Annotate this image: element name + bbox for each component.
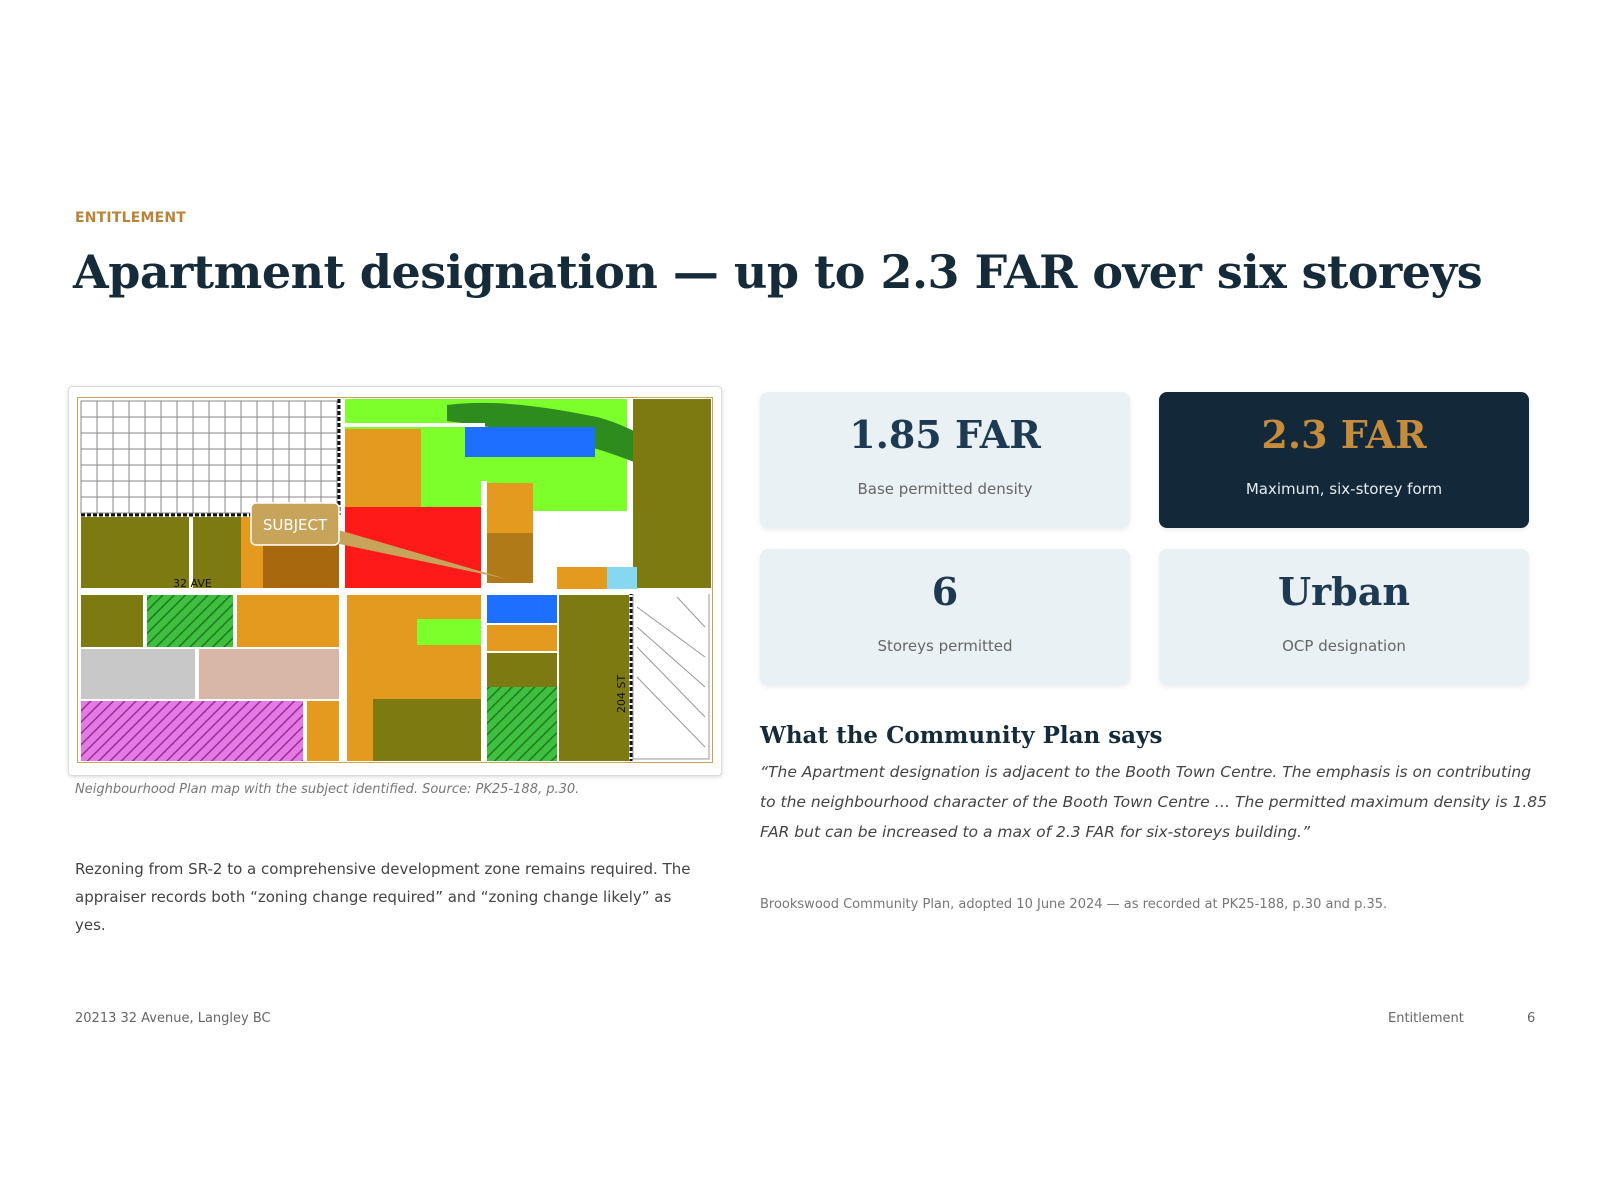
- pond: [465, 427, 595, 457]
- stat-card-base-density: 1.85 FAR Base permitted density: [760, 392, 1130, 528]
- stat-label: OCP designation: [1282, 637, 1406, 655]
- avenue-label: 32 AVE: [173, 577, 212, 590]
- stat-value: 1.85 FAR: [849, 412, 1041, 457]
- page-title: Apartment designation — up to 2.3 FAR ov…: [73, 245, 1483, 299]
- section-eyebrow: ENTITLEMENT: [75, 210, 187, 226]
- stat-card-max-density: 2.3 FAR Maximum, six-storey form: [1159, 392, 1529, 528]
- community-plan-quote: “The Apartment designation is adjacent t…: [760, 763, 1548, 841]
- rezoning-note: Rezoning from SR-2 to a comprehensive de…: [75, 860, 691, 934]
- stat-label: Maximum, six-storey form: [1245, 480, 1443, 498]
- neighbourhood-plan-map: SUBJECT 32 AVE 204 ST: [68, 386, 722, 776]
- residential-lots-se: [632, 592, 710, 760]
- footer-address: 20213 32 Avenue, Langley BC: [75, 1011, 271, 1026]
- stat-value: Urban: [1278, 569, 1410, 614]
- quote-source: Brookswood Community Plan, adopted 10 Ju…: [760, 897, 1388, 912]
- stat-value: 6: [931, 569, 959, 614]
- stat-card-storeys: 6 Storeys permitted: [760, 549, 1130, 685]
- map-caption: Neighbourhood Plan map with the subject …: [75, 782, 580, 797]
- footer-section: Entitlement: [1388, 1011, 1464, 1026]
- stat-card-ocp: Urban OCP designation: [1159, 549, 1529, 685]
- page-number: 6: [1527, 1011, 1536, 1026]
- street-label: 204 ST: [615, 675, 628, 713]
- community-plan-heading: What the Community Plan says: [760, 722, 1163, 749]
- subject-label: SUBJECT: [263, 516, 328, 534]
- stat-label: Base permitted density: [857, 480, 1033, 498]
- residential-lots-nw: [80, 400, 338, 514]
- stat-value: 2.3 FAR: [1261, 412, 1427, 457]
- map-image: SUBJECT 32 AVE 204 ST: [77, 397, 713, 763]
- stat-label: Storeys permitted: [877, 637, 1013, 655]
